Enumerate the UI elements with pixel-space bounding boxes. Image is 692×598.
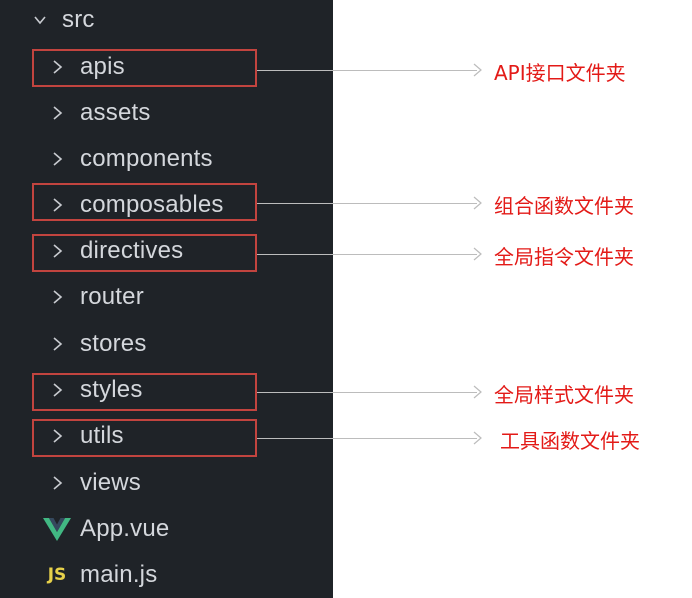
annotation-label: 全局样式文件夹 — [494, 383, 634, 407]
folder-label: stores — [80, 330, 147, 357]
file-main-js[interactable]: JS main.js — [0, 555, 333, 595]
arrow-right-icon — [473, 196, 482, 210]
arrow-right-icon — [473, 385, 482, 399]
arrow-right-icon — [473, 431, 482, 445]
annotation-label: 工具函数文件夹 — [500, 429, 640, 453]
chevron-right-icon — [47, 334, 67, 354]
file-label: App.vue — [80, 515, 170, 542]
file-app-vue[interactable]: App.vue — [0, 509, 333, 549]
highlight-box — [32, 234, 257, 272]
arrow-right-icon — [473, 247, 482, 261]
folder-label: router — [80, 283, 144, 310]
js-icon: JS — [47, 565, 67, 585]
highlight-box — [32, 419, 257, 457]
folder-views[interactable]: views — [0, 463, 333, 503]
chevron-right-icon — [47, 103, 67, 123]
highlight-box — [32, 183, 257, 221]
folder-label: views — [80, 469, 142, 496]
folder-label: components — [80, 145, 213, 172]
folder-assets[interactable]: assets — [0, 93, 333, 133]
folder-stores[interactable]: stores — [0, 324, 333, 364]
file-explorer: src apis assets components composables d… — [0, 0, 333, 598]
folder-components[interactable]: components — [0, 139, 333, 179]
folder-label: assets — [80, 99, 151, 126]
connector-line — [257, 392, 477, 393]
vue-icon — [42, 514, 72, 544]
connector-line — [257, 203, 477, 204]
folder-router[interactable]: router — [0, 277, 333, 317]
highlight-box — [32, 373, 257, 411]
connector-line — [257, 254, 477, 255]
chevron-right-icon — [47, 473, 67, 493]
folder-src[interactable]: src — [0, 0, 333, 40]
connector-line — [257, 438, 477, 439]
annotation-label: API接口文件夹 — [494, 61, 626, 85]
highlight-box — [32, 49, 257, 87]
annotation-label: 组合函数文件夹 — [494, 194, 634, 218]
chevron-down-icon — [30, 10, 50, 30]
connector-line — [257, 70, 477, 71]
arrow-right-icon — [473, 63, 482, 77]
folder-label: src — [62, 6, 95, 33]
chevron-right-icon — [47, 149, 67, 169]
annotation-label: 全局指令文件夹 — [494, 245, 634, 269]
chevron-right-icon — [47, 287, 67, 307]
file-label: main.js — [80, 561, 158, 588]
